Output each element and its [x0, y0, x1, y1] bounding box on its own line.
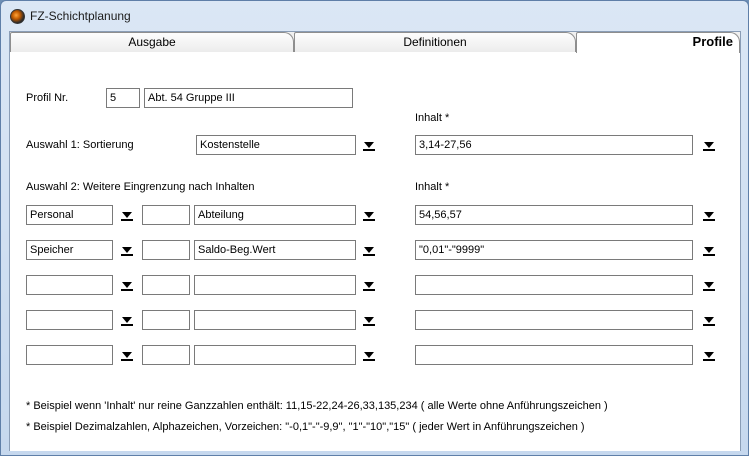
dropdown-bar [363, 359, 375, 361]
filter-type-select[interactable] [26, 345, 113, 365]
dropdown-bar [363, 324, 375, 326]
filter-code-field[interactable] [142, 310, 190, 330]
window-title: FZ-Schichtplanung [30, 9, 131, 23]
dropdown-bar [703, 149, 715, 151]
filter-inhalt-field[interactable] [415, 310, 693, 330]
filter-type-select[interactable] [26, 275, 113, 295]
filter-field-dropdown-button[interactable] [359, 310, 379, 330]
filter-inhalt-dropdown-button[interactable] [699, 275, 719, 295]
filter-inhalt-dropdown-button[interactable] [699, 310, 719, 330]
filter-inhalt-dropdown-button[interactable] [699, 205, 719, 225]
chevron-down-icon [704, 352, 714, 358]
dropdown-bar [363, 254, 375, 256]
inhalt1-field[interactable]: 3,14-27,56 [415, 135, 693, 155]
filter-field-select[interactable] [194, 345, 356, 365]
dropdown-bar [703, 254, 715, 256]
chevron-down-icon [122, 212, 132, 218]
filter-inhalt-dropdown-button[interactable] [699, 240, 719, 260]
profile-nr-field[interactable]: 5 [106, 88, 140, 108]
filter-field-dropdown-button[interactable] [359, 345, 379, 365]
filter-field-select[interactable]: Saldo-Beg.Wert [194, 240, 356, 260]
profile-panel: Profil Nr. 5 Abt. 54 Gruppe III Inhalt *… [10, 53, 740, 451]
filter-type-select[interactable] [26, 310, 113, 330]
dropdown-bar [703, 359, 715, 361]
chevron-down-icon [704, 282, 714, 288]
filter-type-dropdown-button[interactable] [117, 275, 137, 295]
filter-code-field[interactable] [142, 275, 190, 295]
filter-type-dropdown-button[interactable] [117, 205, 137, 225]
dropdown-bar [363, 219, 375, 221]
filter-type-dropdown-button[interactable] [117, 345, 137, 365]
note-integers: * Beispiel wenn 'Inhalt' nur reine Ganzz… [26, 400, 608, 412]
dropdown-bar [121, 289, 133, 291]
chevron-down-icon [704, 142, 714, 148]
sortierung-select[interactable]: Kostenstelle [196, 135, 356, 155]
dropdown-bar [121, 359, 133, 361]
tab-definitionen[interactable]: Definitionen [294, 32, 576, 52]
dropdown-bar [363, 149, 375, 151]
profile-name-field[interactable]: Abt. 54 Gruppe III [144, 88, 353, 108]
inhalt1-label: Inhalt * [415, 112, 450, 124]
profile-nr-label: Profil Nr. [26, 92, 69, 104]
filter-inhalt-field[interactable] [415, 345, 693, 365]
chevron-down-icon [704, 317, 714, 323]
tab-ausgabe[interactable]: Ausgabe [10, 32, 294, 52]
chevron-down-icon [122, 352, 132, 358]
dropdown-bar [121, 324, 133, 326]
dropdown-bar [121, 219, 133, 221]
filter-field-dropdown-button[interactable] [359, 240, 379, 260]
filter-type-select[interactable]: Speicher [26, 240, 113, 260]
filter-inhalt-field[interactable] [415, 275, 693, 295]
auswahl1-label: Auswahl 1: Sortierung [26, 139, 134, 151]
dropdown-bar [363, 289, 375, 291]
dropdown-bar [703, 219, 715, 221]
filter-code-field[interactable] [142, 345, 190, 365]
chevron-down-icon [364, 247, 374, 253]
chevron-down-icon [122, 247, 132, 253]
chevron-down-icon [704, 212, 714, 218]
tab-strip: Ausgabe Definitionen Profile [10, 32, 740, 53]
tab-label: Definitionen [403, 35, 467, 49]
filter-field-select[interactable] [194, 275, 356, 295]
chevron-down-icon [364, 212, 374, 218]
filter-field-select[interactable] [194, 310, 356, 330]
tab-label: Profile [692, 34, 733, 49]
client-area: Ausgabe Definitionen Profile Profil Nr. … [9, 31, 741, 451]
chevron-down-icon [364, 352, 374, 358]
title-bar[interactable]: FZ-Schichtplanung [1, 1, 749, 31]
chevron-down-icon [122, 317, 132, 323]
chevron-down-icon [364, 317, 374, 323]
sortierung-dropdown-button[interactable] [359, 135, 379, 155]
inhalt2-label: Inhalt * [415, 181, 450, 193]
inhalt1-dropdown-button[interactable] [699, 135, 719, 155]
chevron-down-icon [364, 282, 374, 288]
filter-field-dropdown-button[interactable] [359, 205, 379, 225]
filter-code-field[interactable] [142, 240, 190, 260]
filter-field-select[interactable]: Abteilung [194, 205, 356, 225]
tab-label: Ausgabe [128, 35, 176, 49]
app-icon [10, 9, 25, 24]
auswahl2-label: Auswahl 2: Weitere Eingrenzung nach Inha… [26, 181, 255, 193]
filter-inhalt-field[interactable]: "0,01"-"9999" [415, 240, 693, 260]
filter-field-dropdown-button[interactable] [359, 275, 379, 295]
filter-code-field[interactable] [142, 205, 190, 225]
tab-profile[interactable]: Profile [576, 32, 740, 53]
chevron-down-icon [704, 247, 714, 253]
filter-type-dropdown-button[interactable] [117, 240, 137, 260]
chevron-down-icon [122, 282, 132, 288]
chevron-down-icon [364, 142, 374, 148]
dropdown-bar [121, 254, 133, 256]
filter-type-dropdown-button[interactable] [117, 310, 137, 330]
dropdown-bar [703, 324, 715, 326]
filter-inhalt-field[interactable]: 54,56,57 [415, 205, 693, 225]
note-decimals: * Beispiel Dezimalzahlen, Alphazeichen, … [26, 421, 585, 433]
app-window: FZ-Schichtplanung Ausgabe Definitionen P… [0, 0, 749, 456]
filter-type-select[interactable]: Personal [26, 205, 113, 225]
dropdown-bar [703, 289, 715, 291]
filter-inhalt-dropdown-button[interactable] [699, 345, 719, 365]
